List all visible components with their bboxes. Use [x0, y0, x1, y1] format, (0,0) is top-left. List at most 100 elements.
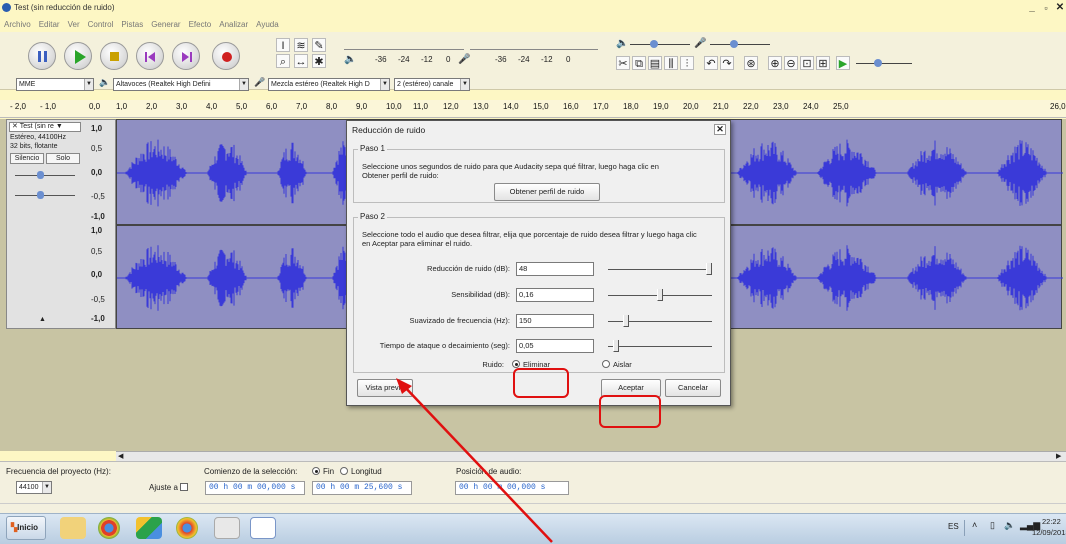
output-volume-thumb[interactable] [650, 40, 658, 48]
play-button[interactable] [64, 42, 92, 70]
maximize-icon[interactable]: ▫ [1040, 2, 1052, 14]
fit-project-icon[interactable]: ⊞ [816, 56, 830, 70]
step2-group: Paso 2 Seleccione todo el audio que dese… [353, 212, 725, 373]
close-track-icon[interactable]: ✕ [12, 123, 18, 130]
chrome-icon-2[interactable] [176, 517, 198, 539]
menu-ayuda[interactable]: Ayuda [252, 18, 283, 31]
track-name-menu[interactable]: ✕ Test (sin re ▼ [9, 122, 81, 132]
attack-decay-input[interactable]: 0,05 [516, 339, 594, 353]
audacity-taskbar-icon[interactable] [250, 517, 276, 539]
menu-analizar[interactable]: Analizar [215, 18, 252, 31]
menu-control[interactable]: Control [84, 18, 118, 31]
language-indicator[interactable]: ES [948, 522, 959, 531]
input-volume-slider[interactable] [710, 44, 770, 45]
drive-icon[interactable] [136, 517, 162, 539]
input-volume-thumb[interactable] [730, 40, 738, 48]
pan-slider[interactable] [15, 195, 75, 196]
cancel-button[interactable]: Cancelar [665, 379, 721, 397]
selection-tool-icon[interactable]: I [276, 38, 290, 52]
envelope-tool-icon[interactable]: ≋ [294, 38, 308, 52]
record-meter-bar[interactable] [470, 38, 598, 50]
isolate-label: Aislar [613, 360, 632, 369]
close-icon[interactable]: ✕ [1054, 2, 1066, 14]
timeline-ruler[interactable]: - 2,0 - 1,0 0,0 1,0 2,0 3,0 4,0 5,0 6,0 … [0, 100, 1066, 118]
menu-efecto[interactable]: Efecto [185, 18, 216, 31]
frequency-smoothing-input[interactable]: 150 [516, 314, 594, 328]
skip-start-button[interactable] [136, 42, 164, 70]
scroll-right-icon[interactable]: ▶ [1056, 452, 1061, 460]
sync-lock-icon[interactable]: ⊛ [744, 56, 758, 70]
project-rate-select[interactable]: 44100 ▼ [16, 481, 52, 494]
tray-device-icon[interactable]: ▯ [990, 520, 995, 531]
chrome-icon[interactable] [98, 517, 120, 539]
playback-meter-bar[interactable] [344, 38, 464, 50]
end-radio[interactable] [312, 467, 320, 475]
sensitivity-thumb[interactable] [657, 289, 663, 301]
horizontal-scrollbar[interactable]: ◀ ▶ [116, 451, 1066, 461]
explorer-folder-icon[interactable] [60, 517, 86, 539]
attack-decay-slider[interactable] [608, 346, 712, 347]
zoom-in-icon[interactable]: ⊕ [768, 56, 782, 70]
output-volume-slider[interactable] [630, 44, 690, 45]
zoom-out-icon[interactable]: ⊖ [784, 56, 798, 70]
mute-button[interactable]: Silencio [10, 153, 44, 164]
host-select[interactable]: MME ▼ [16, 78, 94, 91]
solo-button[interactable]: Solo [46, 153, 80, 164]
stop-button[interactable] [100, 42, 128, 70]
silence-icon[interactable]: ⫶ [680, 56, 694, 70]
noise-reduction-input[interactable]: 48 [516, 262, 594, 276]
menu-archivo[interactable]: Archivo [0, 18, 35, 31]
clock-date[interactable]: 12/09/2013 [1032, 528, 1066, 537]
draw-tool-icon[interactable]: ✎ [312, 38, 326, 52]
input-volume-icon: 🎤 [694, 38, 707, 49]
pan-thumb[interactable] [37, 191, 44, 199]
play-speed-slider[interactable] [856, 63, 912, 64]
noise-reduction-slider[interactable] [608, 269, 712, 270]
frequency-smoothing-thumb[interactable] [622, 315, 629, 327]
pause-button[interactable] [28, 42, 56, 70]
input-device-select[interactable]: Mezcla estéreo (Realtek High D ▼ [268, 78, 390, 91]
selection-start-time[interactable]: 00 h 00 m 00,000 s [205, 481, 305, 495]
gain-slider[interactable] [15, 175, 75, 176]
collapse-track-icon[interactable]: ▲ [39, 316, 46, 323]
step1-group: Paso 1 Seleccione unos segundos de ruido… [353, 144, 725, 203]
menu-ver[interactable]: Ver [64, 18, 84, 31]
multi-tool-icon[interactable]: ✱ [312, 54, 326, 68]
clock-time[interactable]: 22:22 [1042, 517, 1061, 526]
length-radio[interactable] [340, 467, 348, 475]
snap-to-checkbox[interactable] [180, 483, 188, 491]
channels-select[interactable]: 2 (estéreo) canale ▼ [394, 78, 470, 91]
fit-selection-icon[interactable]: ⊡ [800, 56, 814, 70]
redo-icon[interactable]: ↷ [720, 56, 734, 70]
menu-pistas[interactable]: Pistas [117, 18, 147, 31]
ruler-tick: 24,0 [803, 102, 819, 111]
play-speed-thumb[interactable] [874, 59, 882, 67]
tray-arrow-icon[interactable]: ˄ [972, 520, 977, 530]
scroll-left-icon[interactable]: ◀ [118, 452, 123, 460]
record-button[interactable] [212, 42, 240, 70]
undo-icon[interactable]: ↶ [704, 56, 718, 70]
dialog-close-icon[interactable]: ✕ [714, 124, 726, 135]
output-device-select[interactable]: Altavoces (Realtek High Defini ▼ [113, 78, 249, 91]
trim-icon[interactable]: ⫼ [664, 56, 678, 70]
tray-volume-icon[interactable]: 🔈 [1004, 520, 1015, 531]
timeshift-tool-icon[interactable]: ↔ [294, 54, 308, 68]
attack-decay-thumb[interactable] [612, 340, 619, 352]
skip-end-button[interactable] [172, 42, 200, 70]
menu-editar[interactable]: Editar [35, 18, 64, 31]
zoom-tool-icon[interactable]: ⌕ [276, 54, 290, 68]
editor-icon[interactable] [214, 517, 240, 539]
sensitivity-input[interactable]: 0,16 [516, 288, 594, 302]
isolate-radio[interactable] [602, 360, 610, 368]
copy-icon[interactable]: ⧉ [632, 56, 646, 70]
menu-generar[interactable]: Generar [147, 18, 184, 31]
remove-radio[interactable] [512, 360, 520, 368]
gain-thumb[interactable] [37, 171, 44, 179]
noise-reduction-thumb[interactable] [706, 263, 712, 275]
play-at-speed-icon[interactable]: ▶ [836, 56, 850, 70]
minimize-icon[interactable]: _ [1026, 2, 1038, 14]
get-noise-profile-button[interactable]: Obtener perfil de ruido [494, 183, 600, 201]
paste-icon[interactable]: ▤ [648, 56, 662, 70]
start-button[interactable]: ▚Inicio [6, 516, 46, 540]
cut-icon[interactable]: ✂ [616, 56, 630, 70]
